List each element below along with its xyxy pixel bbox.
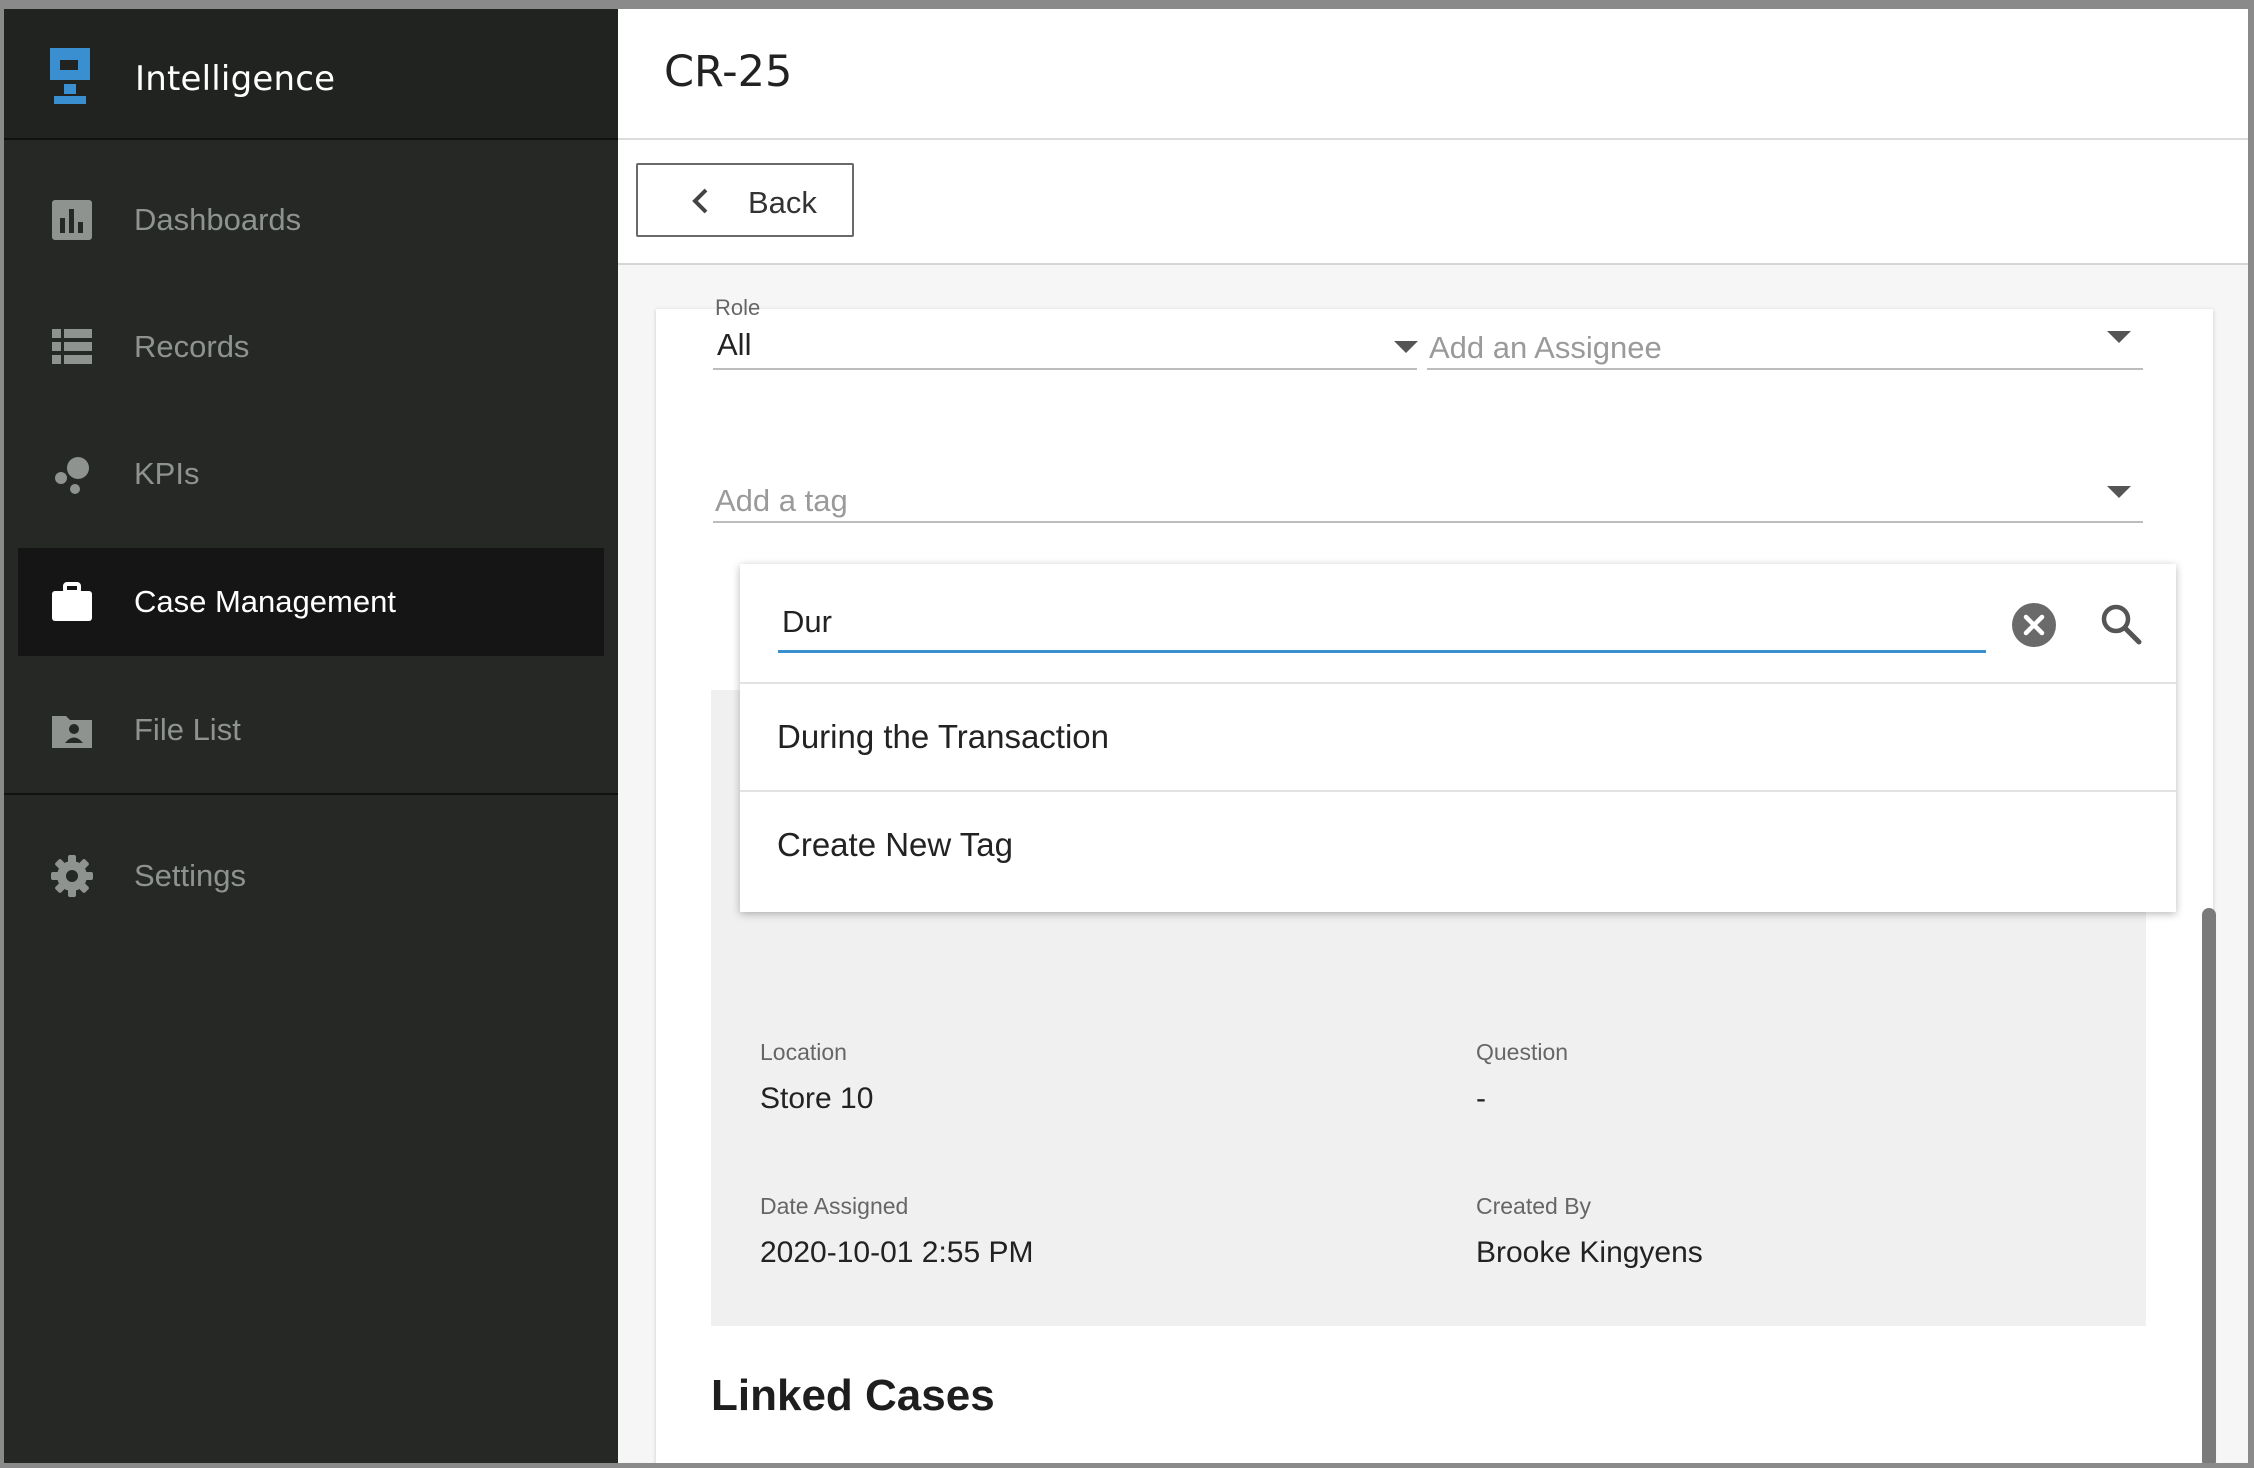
bubbles-icon [55, 457, 89, 494]
tag-search-input[interactable] [780, 595, 1980, 649]
search-icon[interactable] [2099, 602, 2143, 646]
sidebar-divider [4, 793, 618, 795]
question-label: Question [1476, 1039, 1569, 1065]
sidebar-item-kpis[interactable]: KPIs [18, 420, 604, 528]
caret-down-icon [2107, 486, 2131, 498]
bar-chart-icon [52, 200, 92, 240]
brand-header: Intelligence [4, 9, 618, 140]
linked-cases-title: Linked Cases [711, 1371, 995, 1420]
question-value: - [1476, 1082, 1486, 1115]
assignee-placeholder: Add an Assignee [1429, 330, 1662, 365]
assignee-select[interactable]: Add an Assignee [1427, 317, 2143, 370]
sidebar-item-settings[interactable]: Settings [18, 822, 604, 930]
sidebar-item-label: KPIs [134, 456, 200, 491]
page-header: CR-25 [618, 9, 2248, 140]
created-by-value: Brooke Kingyens [1476, 1236, 1703, 1269]
tag-option-label: Create New Tag [777, 826, 1014, 863]
sidebar-item-dashboards[interactable]: Dashboards [18, 166, 604, 274]
toolbar: Back [618, 140, 2248, 265]
sidebar-item-label: File List [134, 712, 241, 747]
tag-search-dropdown: During the Transaction Create New Tag [740, 564, 2176, 912]
scrollbar[interactable] [2202, 908, 2216, 1463]
tag-option[interactable]: During the Transaction [740, 684, 2176, 790]
list-icon [52, 329, 92, 364]
back-button[interactable]: Back [636, 163, 854, 237]
sidebar-item-label: Settings [134, 858, 247, 893]
tag-option-label: During the Transaction [777, 718, 1110, 755]
location-value: Store 10 [760, 1082, 874, 1115]
briefcase-icon [52, 582, 92, 621]
sidebar-item-label: Records [134, 329, 250, 364]
sidebar-item-case-management[interactable]: Case Management [18, 548, 604, 656]
sidebar: Intelligence Dashboards Records KPIs Cas… [4, 9, 618, 1463]
tag-select[interactable]: Add a tag [713, 471, 2143, 523]
intelligence-logo-icon [50, 48, 90, 104]
sidebar-item-records[interactable]: Records [18, 293, 604, 401]
create-new-tag-option[interactable]: Create New Tag [740, 792, 2176, 898]
app-name: Intelligence [135, 59, 336, 99]
tag-placeholder: Add a tag [715, 483, 848, 518]
date-assigned-label: Date Assigned [760, 1193, 909, 1219]
folder-user-icon [52, 716, 92, 748]
created-by-label: Created By [1476, 1193, 1592, 1219]
role-select[interactable]: All [713, 317, 1418, 370]
date-assigned-value: 2020-10-01 2:55 PM [760, 1236, 1034, 1269]
back-button-label: Back [748, 185, 817, 220]
caret-down-icon [1394, 341, 1418, 353]
gear-icon [51, 855, 93, 897]
input-underline [778, 650, 1986, 653]
app-window: Intelligence Dashboards Records KPIs Cas… [4, 9, 2248, 1463]
clear-icon[interactable] [2011, 602, 2057, 648]
page-title: CR-25 [664, 47, 793, 97]
sidebar-item-label: Dashboards [134, 202, 302, 237]
location-label: Location [760, 1039, 847, 1065]
sidebar-item-file-list[interactable]: File List [18, 676, 604, 784]
caret-down-icon [2107, 331, 2131, 343]
chevron-left-icon [692, 188, 708, 214]
role-select-value: All [717, 327, 752, 362]
sidebar-item-label: Case Management [134, 584, 396, 619]
